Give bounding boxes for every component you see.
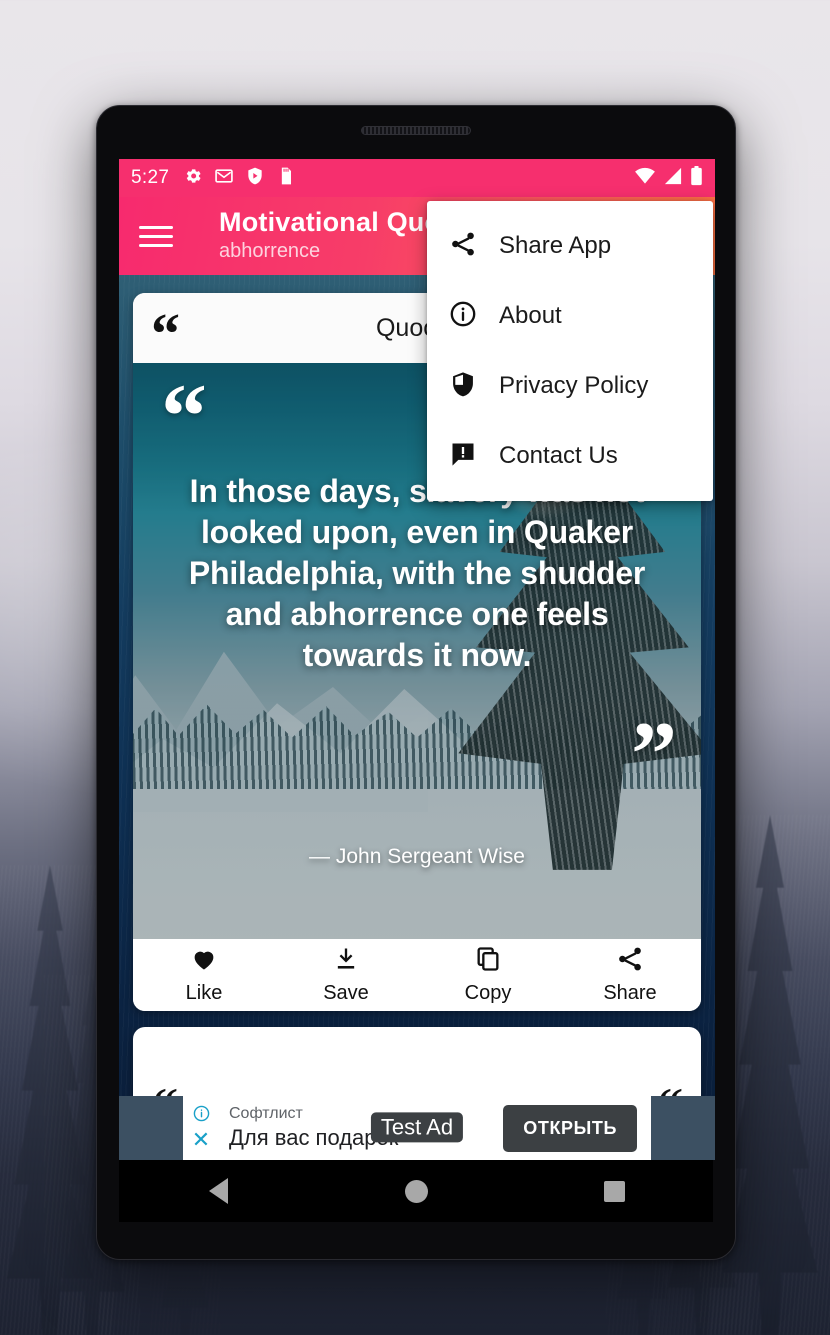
status-bar: 5:27 xyxy=(119,159,715,197)
menu-item-contact-us[interactable]: Contact Us xyxy=(427,421,713,491)
copy-button[interactable]: Copy xyxy=(417,945,559,1005)
overflow-menu[interactable]: Share App About Privacy Policy Contact U… xyxy=(427,201,713,501)
menu-item-privacy-policy[interactable]: Privacy Policy xyxy=(427,351,713,421)
save-label: Save xyxy=(323,982,369,1004)
ad-side-filler xyxy=(119,1096,183,1160)
back-button[interactable] xyxy=(183,1171,253,1211)
device-bezel xyxy=(97,106,735,164)
copy-label: Copy xyxy=(464,982,512,1004)
recents-button[interactable] xyxy=(579,1171,649,1211)
menu-item-label: About xyxy=(499,302,562,329)
menu-item-label: Contact Us xyxy=(499,442,618,469)
tablet-device: 5:27 Motivational Quotes abhorrence “ Qu… xyxy=(96,105,736,1260)
status-time: 5:27 xyxy=(131,167,170,188)
like-label: Like xyxy=(185,982,223,1004)
hamburger-icon[interactable] xyxy=(135,220,177,253)
ad-test-badge: Test Ad xyxy=(370,1112,464,1143)
copy-icon xyxy=(474,945,502,978)
save-button[interactable]: Save xyxy=(275,945,417,1005)
menu-item-label: Share App xyxy=(499,232,612,259)
sd-card-icon xyxy=(276,166,296,191)
share-icon xyxy=(616,945,644,978)
action-bar: Like Save Copy Share xyxy=(133,939,701,1011)
close-quote-mark-icon: ” xyxy=(631,703,677,806)
gmail-icon xyxy=(214,166,234,191)
open-quote-mark-icon: “ xyxy=(161,365,207,467)
like-button[interactable]: Like xyxy=(133,945,275,1005)
wifi-icon xyxy=(634,167,656,190)
menu-item-share-app[interactable]: Share App xyxy=(427,211,713,281)
menu-item-label: Privacy Policy xyxy=(499,372,649,399)
battery-icon xyxy=(690,165,703,191)
download-icon xyxy=(332,945,360,978)
share-icon xyxy=(449,230,477,263)
share-label: Share xyxy=(603,982,657,1004)
cellular-signal-icon xyxy=(663,167,683,190)
info-icon[interactable] xyxy=(193,1105,210,1127)
gear-icon xyxy=(183,166,203,191)
ad-banner[interactable]: ✕ Софтлист Для вас подарок Test Ad ОТКРЫ… xyxy=(119,1096,715,1160)
ad-cta-button[interactable]: ОТКРЫТЬ xyxy=(503,1104,637,1152)
navigation-bar xyxy=(119,1160,713,1222)
shield-icon xyxy=(449,370,477,403)
ad-badges[interactable]: ✕ xyxy=(183,1105,219,1151)
feedback-icon xyxy=(449,440,477,473)
heart-icon xyxy=(190,945,218,978)
share-button[interactable]: Share xyxy=(559,945,701,1005)
close-icon[interactable]: ✕ xyxy=(192,1129,210,1151)
speaker-grille xyxy=(361,126,471,135)
home-button[interactable] xyxy=(381,1171,451,1211)
ad-content[interactable]: ✕ Софтлист Для вас подарок Test Ad ОТКРЫ… xyxy=(183,1096,651,1160)
play-protect-icon xyxy=(245,166,265,191)
menu-item-about[interactable]: About xyxy=(427,281,713,351)
quote-text: In those days, slavery was not looked up… xyxy=(188,473,646,673)
quote-author: — John Sergeant Wise xyxy=(309,845,525,868)
ad-side-filler xyxy=(651,1096,715,1160)
info-icon xyxy=(449,300,477,333)
device-screen: 5:27 Motivational Quotes abhorrence “ Qu… xyxy=(119,159,715,1160)
